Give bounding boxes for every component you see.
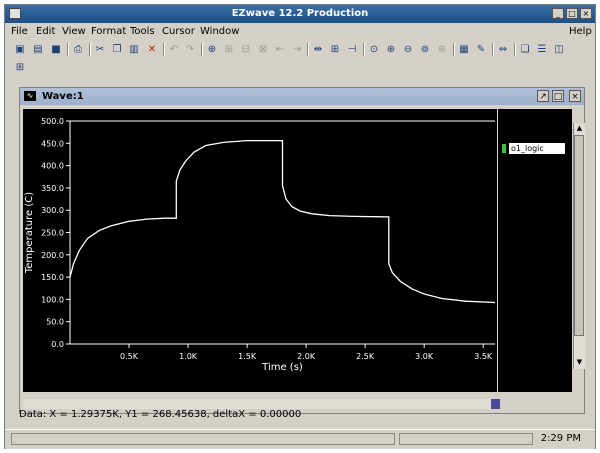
wave-action-icon-3[interactable]: ⊠ [256, 43, 270, 56]
delete-icon[interactable]: ✕ [145, 43, 159, 56]
scroll-down-icon[interactable]: ▼ [574, 357, 585, 368]
paste-icon[interactable]: ▥ [127, 43, 141, 56]
wave-window-titlebar[interactable]: ∿ Wave:1 ↗ □ × [20, 88, 584, 105]
menu-file[interactable]: File [11, 26, 28, 37]
print-icon[interactable]: ⎙ [71, 43, 85, 56]
maximize-wave-icon[interactable]: □ [552, 90, 564, 102]
split-icon[interactable]: ⇹ [311, 43, 325, 56]
x-tick-label: 0.5K [120, 352, 139, 361]
taskbar-box-2 [399, 433, 533, 445]
measure-icon[interactable]: ▦ [457, 43, 471, 56]
menu-cursor[interactable]: Cursor [162, 26, 195, 37]
vertical-scroll-thumb[interactable] [574, 135, 584, 336]
maximize-button[interactable]: □ [566, 8, 578, 19]
taskbar-box-1 [11, 433, 395, 445]
taskbar: 2:29 PM [5, 429, 595, 449]
y-tick-label: 400.0 [41, 162, 64, 171]
y-tick-label: 100.0 [41, 295, 64, 304]
menu-view[interactable]: View [62, 26, 86, 37]
horizontal-scrollbar[interactable] [23, 399, 500, 409]
x-tick-label: 2.0K [297, 352, 316, 361]
add-wave-icon[interactable]: ⊕ [205, 43, 219, 56]
new-window-icon[interactable]: ▣ [13, 43, 27, 56]
x-tick-label: 3.5K [474, 352, 493, 361]
cursor-icon[interactable]: ⊣ [345, 43, 359, 56]
scroll-up-icon[interactable]: ▲ [574, 123, 585, 134]
edit-chart-icon[interactable]: ✎ [474, 43, 488, 56]
undo-icon[interactable]: ↶ [167, 43, 181, 56]
y-tick-label: 300.0 [41, 206, 64, 215]
redo-icon[interactable]: ↷ [183, 43, 197, 56]
menu-bar: File Edit View Format Tools Cursor Windo… [5, 24, 595, 40]
status-readout: Data: X = 1.29375K, Y1 = 268.45638, delt… [19, 409, 302, 420]
x-tick-label: 1.5K [238, 352, 257, 361]
x-tick-label: 1.0K [179, 352, 198, 361]
zoom-in-icon[interactable]: ⊕ [384, 43, 398, 56]
wave-window-title: Wave:1 [42, 91, 84, 102]
x-tick-label: 3.0K [415, 352, 434, 361]
signal-list-pane: o1_logic [498, 109, 572, 392]
zoom-prev-icon[interactable]: ⊛ [435, 43, 449, 56]
menu-edit[interactable]: Edit [36, 26, 55, 37]
clock: 2:29 PM [540, 433, 581, 444]
menu-format[interactable]: Format [91, 26, 126, 37]
vertical-scrollbar[interactable]: ▲ ▼ [573, 123, 585, 369]
signal-color-swatch [502, 144, 506, 153]
copy-icon[interactable]: ❐ [110, 43, 124, 56]
wave-action-icon-4[interactable]: ⇤ [273, 43, 287, 56]
window-title: EZwave 12.2 Production [231, 8, 369, 19]
scroll-right-icon[interactable] [491, 399, 500, 409]
y-tick-label: 200.0 [41, 251, 64, 260]
series-line-0 [69, 139, 496, 304]
open-folder-icon[interactable]: ▤ [31, 43, 45, 56]
cut-icon[interactable]: ✂ [93, 43, 107, 56]
minimize-button[interactable]: _ [552, 8, 564, 19]
menu-help[interactable]: Help [569, 26, 592, 37]
zoom-fit-icon[interactable]: ⊙ [367, 43, 381, 56]
y-tick-label: 500.0 [41, 117, 64, 126]
zoom-out-icon[interactable]: ⊖ [401, 43, 415, 56]
y-tick-label: 450.0 [41, 139, 64, 148]
signal-name-label: o1_logic [509, 143, 565, 154]
zoom-area-icon[interactable]: ⊚ [418, 43, 432, 56]
wave-window: ∿ Wave:1 ↗ □ × 0.0 50.0 100.0 150.0 200.0 250… [19, 87, 585, 414]
close-button[interactable]: × [580, 8, 592, 19]
tile-vertical-icon[interactable]: ◫ [552, 43, 566, 56]
wave-action-icon-2[interactable]: ⊟ [239, 43, 253, 56]
y-tick-label: 0.0 [51, 340, 64, 349]
menu-window[interactable]: Window [200, 26, 239, 37]
tile-horizontal-icon[interactable]: ☰ [535, 43, 549, 56]
grid-icon[interactable]: ⊞ [328, 43, 342, 56]
ezwave-app-window: EZwave 12.2 Production _ □ × File Edit V… [4, 4, 596, 449]
waveform-chart[interactable]: 0.0 50.0 100.0 150.0 200.0 250.0 300.0 350.0 400… [23, 109, 497, 392]
cascade-icon[interactable]: ❏ [518, 43, 532, 56]
y-tick-label: 250.0 [41, 229, 64, 238]
x-axis-label: Time (s) [261, 362, 303, 373]
plot-area[interactable]: 0.0 50.0 100.0 150.0 200.0 250.0 300.0 350.0 400… [23, 109, 497, 392]
undock-icon[interactable]: ↗ [537, 90, 549, 102]
y-tick-label: 150.0 [41, 273, 64, 282]
y-tick-label: 50.0 [46, 318, 64, 327]
y-axis-label: Temperature (C) [24, 192, 35, 274]
close-wave-icon[interactable]: × [569, 90, 581, 102]
waveform-icon: ∿ [24, 91, 36, 101]
table-icon[interactable]: ⊞ [13, 61, 27, 74]
save-icon[interactable]: ■ [49, 43, 63, 56]
x-tick-label: 2.5K [356, 352, 375, 361]
fit-width-icon[interactable]: ⇔ [496, 43, 510, 56]
wave-action-icon-5[interactable]: ⇥ [290, 43, 304, 56]
y-tick-label: 350.0 [41, 184, 64, 193]
menu-tools[interactable]: Tools [130, 26, 155, 37]
title-bar[interactable]: EZwave 12.2 Production _ □ × [5, 5, 595, 23]
toolbar: ▣ ▤ ■ ⎙ ✂ ❐ ▥ ✕ ↶ ↷ ⊕ ⊞ ⊟ ⊠ ⇤ ⇥ ⇹ ⊞ ⊣ ⊙ … [9, 41, 593, 77]
wave-action-icon-1[interactable]: ⊞ [222, 43, 236, 56]
